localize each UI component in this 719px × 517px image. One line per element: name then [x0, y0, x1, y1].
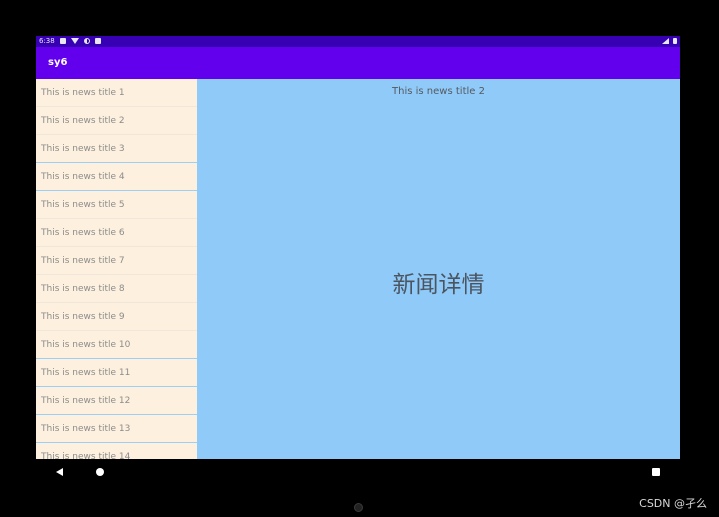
back-icon[interactable] — [56, 468, 63, 476]
news-detail-title: This is news title 2 — [392, 86, 485, 97]
news-list-item[interactable]: This is news title 13 — [36, 415, 197, 443]
news-detail-body: 新闻详情 — [392, 272, 485, 298]
news-list-item[interactable]: This is news title 11 — [36, 359, 197, 387]
news-title-list[interactable]: This is news title 1 This is news title … — [36, 79, 197, 459]
home-icon[interactable] — [96, 468, 104, 476]
news-list-item[interactable]: This is news title 9 — [36, 303, 197, 331]
navigation-bar — [36, 459, 680, 486]
battery-icon — [673, 38, 677, 44]
news-list-item[interactable]: This is news title 10 — [36, 331, 197, 359]
news-list-item[interactable]: This is news title 8 — [36, 275, 197, 303]
news-list-item[interactable]: This is news title 7 — [36, 247, 197, 275]
news-list-item[interactable]: This is news title 6 — [36, 219, 197, 247]
status-icons-right — [662, 38, 677, 44]
news-detail-panel: This is news title 2 新闻详情 — [197, 79, 680, 459]
sd-card-icon — [95, 38, 101, 44]
news-list-item[interactable]: This is news title 12 — [36, 387, 197, 415]
news-list-item[interactable]: This is news title 5 — [36, 191, 197, 219]
status-time: 6:38 — [39, 37, 55, 45]
recents-icon[interactable] — [652, 468, 660, 476]
device-screen: 6:38 sy6 This is news title 1 This is ne… — [36, 36, 680, 486]
notification-icon — [60, 38, 66, 44]
signal-icon — [662, 38, 669, 44]
news-list-item[interactable]: This is news title 2 — [36, 107, 197, 135]
wifi-icon — [71, 38, 79, 44]
status-icons-left — [60, 38, 101, 44]
news-list-item[interactable]: This is news title 1 — [36, 79, 197, 107]
news-list-item[interactable]: This is news title 14 — [36, 443, 197, 459]
app-bar: sy6 — [36, 47, 680, 79]
camera-dot — [354, 503, 363, 512]
sync-icon — [84, 38, 90, 44]
app-title: sy6 — [48, 57, 68, 68]
status-bar: 6:38 — [36, 36, 680, 47]
news-list-item[interactable]: This is news title 4 — [36, 163, 197, 191]
watermark: CSDN @孑么 — [639, 497, 707, 510]
news-list-item[interactable]: This is news title 3 — [36, 135, 197, 163]
main-content: This is news title 1 This is news title … — [36, 79, 680, 459]
